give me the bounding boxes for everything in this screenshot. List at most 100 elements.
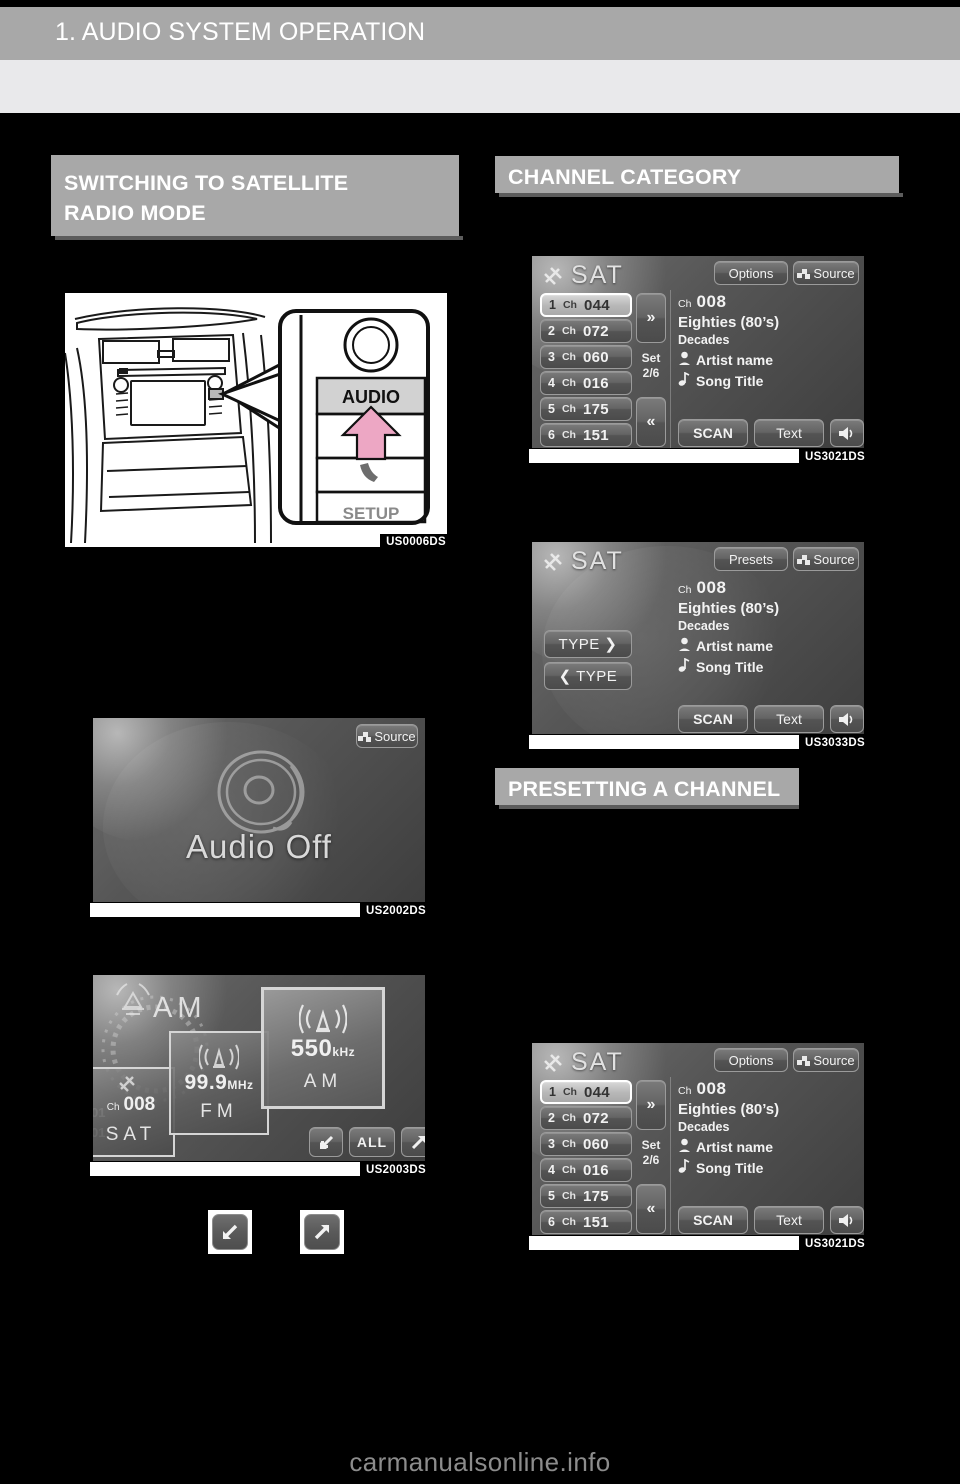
next-page-button[interactable]: »	[636, 1080, 666, 1130]
inline-scroll-right-button[interactable]	[300, 1210, 344, 1254]
preset-channel: 060	[582, 348, 609, 366]
preset-number: 3	[548, 1137, 555, 1151]
dashboard-illustration: AUDIO SETUP	[65, 293, 447, 547]
arrow-down-left-icon	[319, 1135, 333, 1149]
music-note-icon	[678, 372, 690, 386]
source-button[interactable]: Source	[793, 1048, 859, 1072]
preset-button-5[interactable]: 5 Ch 175	[540, 397, 632, 421]
channel-line: Ch 008	[678, 578, 779, 598]
now-playing-info: Ch 008 Eighties (80’s) Decades Artist na…	[678, 292, 779, 389]
channel-number: 008	[696, 578, 727, 597]
source-button[interactable]: Source	[793, 547, 859, 571]
scroll-right-button[interactable]	[401, 1127, 425, 1157]
type-prev-button[interactable]: ❮ TYPE	[544, 662, 632, 690]
person-icon	[679, 351, 690, 365]
preset-button-1[interactable]: 1 Ch 044	[540, 293, 632, 317]
song-line: Song Title	[678, 658, 779, 675]
antenna-icon	[199, 1044, 239, 1070]
scan-button[interactable]: SCAN	[678, 419, 748, 447]
source-tile-fm[interactable]: 99.9MHz FM	[169, 1031, 269, 1135]
artist-line: Artist name	[678, 1138, 779, 1155]
preset-prefix: Ch	[561, 1190, 576, 1202]
preset-number: 1	[549, 298, 556, 312]
now-playing-info: Ch 008 Eighties (80’s) Decades Artist na…	[678, 1079, 779, 1176]
preset-channel: 016	[582, 1161, 609, 1179]
preset-number: 5	[548, 1189, 555, 1203]
preset-prefix: Ch	[561, 377, 576, 389]
svg-text:SETUP: SETUP	[343, 504, 400, 523]
preset-button-3[interactable]: 3 Ch 060	[540, 1132, 632, 1156]
speaker-volume-icon	[839, 712, 853, 726]
preset-channel: 175	[582, 1187, 609, 1205]
scan-button[interactable]: SCAN	[678, 1206, 748, 1234]
volume-button[interactable]	[830, 419, 864, 447]
fm-tile-band: FM	[200, 1101, 238, 1122]
options-button[interactable]: Options	[714, 261, 788, 285]
am-tile-frequency: 550kHz	[290, 1035, 356, 1062]
figure-caption-strip-sat-category	[529, 735, 799, 749]
now-playing-info: Ch 008 Eighties (80’s) Decades Artist na…	[678, 578, 779, 675]
all-button[interactable]: ALL	[349, 1127, 395, 1157]
type-next-button[interactable]: TYPE ❯	[544, 630, 632, 658]
channel-name: Eighties (80’s)	[678, 1101, 780, 1118]
sat-logo: SAT	[542, 261, 624, 290]
scan-button[interactable]: SCAN	[678, 705, 748, 733]
prev-page-button[interactable]: «	[636, 397, 666, 447]
preset-prefix: Ch	[562, 299, 577, 311]
channel-prefix: Ch	[678, 584, 692, 596]
preset-button-4[interactable]: 4 Ch 016	[540, 371, 632, 395]
channel-name: Eighties (80’s)	[678, 314, 780, 331]
section-header-channel-category: CHANNEL CATEGORY	[495, 156, 899, 193]
sat-logo-text: SAT	[571, 547, 624, 575]
channel-line: Ch 008	[678, 1079, 779, 1099]
inline-scroll-left-button[interactable]	[208, 1210, 252, 1254]
source-button[interactable]: Source	[356, 724, 418, 748]
preset-number: 2	[548, 1111, 555, 1125]
preset-button-4[interactable]: 4 Ch 016	[540, 1158, 632, 1182]
presets-button[interactable]: Presets	[714, 547, 788, 571]
antenna-icon	[299, 1004, 347, 1034]
text-button[interactable]: Text	[754, 419, 824, 447]
channel-category: Decades	[678, 333, 730, 347]
song-title: Song Title	[696, 1160, 764, 1176]
volume-button[interactable]	[830, 705, 864, 733]
preset-button-2[interactable]: 2 Ch 072	[540, 1106, 632, 1130]
scroll-left-button[interactable]	[309, 1127, 343, 1157]
preset-number: 6	[548, 428, 555, 442]
source-button-label: Source	[813, 1052, 855, 1068]
source-icon	[797, 268, 811, 279]
preset-button-5[interactable]: 5 Ch 175	[540, 1184, 632, 1208]
svg-text:AM: AM	[153, 992, 207, 1024]
preset-prefix: Ch	[561, 1216, 576, 1228]
prev-page-button[interactable]: «	[636, 1184, 666, 1234]
watermark: carmanualsonline.info	[349, 1447, 611, 1477]
set-value: 2/6	[642, 1153, 660, 1167]
satellite-icon	[544, 552, 562, 571]
source-tile-sat[interactable]: Ch 008 SAT	[93, 1067, 175, 1157]
preset-number: 6	[548, 1215, 555, 1229]
preset-button-1[interactable]: 1 Ch 044	[540, 1080, 632, 1104]
section-title-channel-category: CHANNEL CATEGORY	[508, 165, 742, 189]
source-button[interactable]: Source	[793, 261, 859, 285]
preset-button-3[interactable]: 3 Ch 060	[540, 345, 632, 369]
sat-tile-band: SAT	[105, 1124, 157, 1145]
preset-channel: 060	[582, 1135, 609, 1153]
options-button[interactable]: Options	[714, 1048, 788, 1072]
figure-caption-strip-sat-bottom	[529, 1236, 799, 1250]
text-button[interactable]: Text	[754, 1206, 824, 1234]
source-icon	[358, 731, 372, 742]
sat-tile-value: 008	[123, 1094, 156, 1115]
preset-channel: 151	[582, 426, 609, 444]
source-tile-am[interactable]: 550kHz AM	[261, 987, 385, 1109]
fm-tile-frequency: 99.9MHz	[184, 1071, 254, 1094]
preset-button-6[interactable]: 6 Ch 151	[540, 1210, 632, 1234]
volume-button[interactable]	[830, 1206, 864, 1234]
preset-button-2[interactable]: 2 Ch 072	[540, 319, 632, 343]
sat-logo: SAT	[542, 1048, 624, 1077]
set-label: Set	[641, 1138, 661, 1152]
header-subbar	[0, 60, 960, 113]
preset-number: 3	[548, 350, 555, 364]
text-button[interactable]: Text	[754, 705, 824, 733]
preset-button-6[interactable]: 6 Ch 151	[540, 423, 632, 447]
next-page-button[interactable]: »	[636, 293, 666, 343]
